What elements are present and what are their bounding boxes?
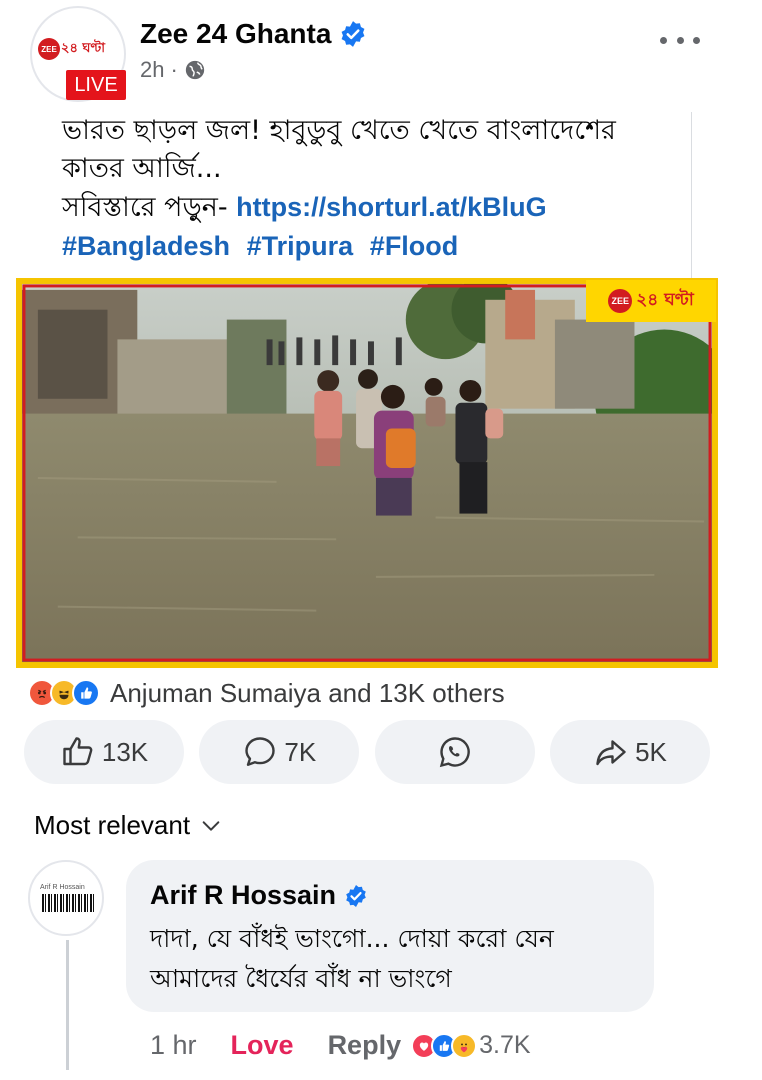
flood-photo	[18, 280, 716, 666]
post-link[interactable]: https://shorturl.at/kBluG	[236, 192, 547, 222]
care-icon	[451, 1032, 478, 1059]
post-read-more-line: সবিস্তারে পড়ুন- https://shorturl.at/kBl…	[62, 188, 681, 227]
post-text-line: ভারত ছাড়ল জল! হাবুডুবু খেতে খেতে বাংলাদ…	[62, 115, 616, 146]
read-more-prefix: সবিস্তারে পড়ুন-	[62, 192, 237, 223]
comment-bubble: Arif R Hossain দাদা, যে বাঁধই ভাংগো... দ…	[126, 860, 654, 1012]
comment-reply-button[interactable]: Reply	[328, 1030, 402, 1061]
commenter-avatar[interactable]: Arif R Hossain	[28, 860, 104, 936]
globe-icon	[185, 60, 204, 80]
live-badge: LIVE	[66, 70, 126, 100]
zee-logo-mark: ZEE	[608, 289, 633, 313]
comment-love-button[interactable]: Love	[231, 1030, 294, 1061]
zee-logo-bengali: ২৪ ঘণ্টা	[636, 290, 694, 310]
like-icon	[72, 679, 100, 707]
page-name-text[interactable]: Zee 24 Ghanta	[140, 18, 331, 50]
whatsapp-share-button[interactable]	[374, 720, 535, 784]
chevron-down-icon	[202, 820, 220, 831]
post-meta: 2h ·	[140, 57, 206, 83]
more-options-button[interactable]	[660, 28, 700, 52]
page-avatar[interactable]: ZEE ২৪ ঘণ্টা LIVE	[30, 6, 126, 102]
hashtag-link[interactable]: #Flood	[370, 231, 459, 261]
comment-sort-label: Most relevant	[34, 810, 191, 840]
comment-count: 7K	[284, 736, 317, 767]
comment-text-line: দাদা, যে বাঁধই ভাংগো... দোয়া করো যেন	[150, 924, 554, 953]
comment-text: দাদা, যে বাঁধই ভাংগো... দোয়া করো যেন আম…	[150, 919, 630, 999]
comment-meta: 1 hr Love Reply 3.7K	[150, 1030, 531, 1061]
post-actions: 13K 7K 5K	[24, 720, 710, 784]
like-button[interactable]: 13K	[24, 720, 184, 784]
post-image[interactable]: ZEE ২৪ ঘণ্টা	[16, 278, 718, 668]
comment-button[interactable]: 7K	[199, 720, 360, 784]
comment-time[interactable]: 1 hr	[150, 1030, 197, 1061]
comment-icon	[245, 737, 276, 766]
comment-text-line: আমাদের ধৈর্যের বাঁধ না ভাংগে	[150, 964, 452, 993]
meta-separator: ·	[170, 57, 178, 82]
verified-badge-icon	[346, 884, 366, 907]
zee-logo: ZEE ২৪ ঘণ্টা	[38, 38, 105, 60]
commenter-avatar-text: Arif R Hossain	[40, 884, 85, 891]
hashtag-link[interactable]: #Bangladesh	[62, 231, 230, 261]
barcode-image	[42, 894, 94, 912]
zee-logo-bengali: ২৪ ঘণ্টা	[61, 40, 105, 56]
comment-reaction-count: 3.7K	[479, 1031, 531, 1059]
post-text-line: কাতর আর্জি...	[62, 153, 222, 184]
hashtags: #Bangladesh #Tripura #Flood	[62, 227, 681, 266]
reaction-icons	[28, 679, 100, 707]
comment-reaction-icons[interactable]	[411, 1032, 478, 1059]
post-text: ভারত ছাড়ল জল! হাবুডুবু খেতে খেতে বাংলাদ…	[62, 112, 692, 278]
comment-author[interactable]: Arif R Hossain	[150, 880, 630, 911]
dot-icon	[676, 36, 684, 44]
verified-badge-icon	[341, 21, 365, 47]
reactors-text[interactable]: Anjuman Sumaiya and 13K others	[110, 678, 505, 709]
like-count: 13K	[101, 736, 149, 767]
comment-sort-dropdown[interactable]: Most relevant	[34, 810, 222, 841]
hashtag-link[interactable]: #Tripura	[247, 231, 354, 261]
thumbs-up-icon	[63, 737, 93, 766]
reactions-summary[interactable]: Anjuman Sumaiya and 13K others	[28, 676, 505, 710]
post-time[interactable]: 2h	[140, 57, 164, 83]
whatsapp-icon	[439, 737, 470, 768]
page-name[interactable]: Zee 24 Ghanta	[140, 18, 367, 50]
comment-thread-line	[66, 940, 69, 1070]
comment-author-name[interactable]: Arif R Hossain	[150, 880, 336, 911]
share-count: 5K	[635, 736, 667, 767]
image-zee-logo: ZEE ২৪ ঘণ্টা	[586, 280, 716, 322]
dot-icon	[660, 36, 667, 44]
zee-logo-mark: ZEE	[38, 38, 60, 60]
dot-icon	[693, 36, 700, 44]
post-header: ZEE ২৪ ঘণ্টা LIVE Zee 24 Ghanta 2h ·	[0, 0, 762, 105]
share-arrow-icon	[596, 740, 626, 766]
share-button[interactable]: 5K	[549, 720, 710, 784]
